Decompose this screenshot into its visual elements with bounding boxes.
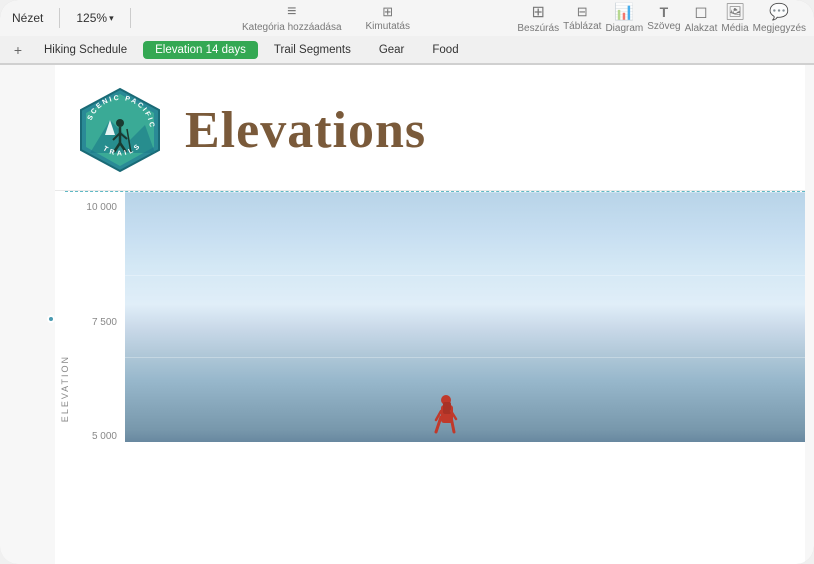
comment-label: Megjegyzés (753, 23, 806, 34)
grid-line-top (125, 192, 805, 193)
tab-hiking[interactable]: Hiking Schedule (32, 41, 139, 59)
zoom-chevron-icon: ▾ (109, 13, 114, 24)
view-label: Nézet (12, 11, 43, 25)
y-axis: ELEVATION 10 000 7 500 5 000 (55, 192, 125, 472)
selection-handle[interactable] (47, 315, 55, 323)
grid-line-mid (125, 275, 805, 276)
chart-area: ELEVATION 10 000 7 500 5 000 (55, 192, 805, 472)
text-icon: T (660, 4, 669, 20)
chart-label: Diagram (605, 23, 643, 34)
document-area: SCENIC PACIFIC TRAILS Elevations (55, 65, 805, 564)
y-tick-10000: 10 000 (86, 202, 117, 213)
text-label: Szöveg (647, 21, 680, 32)
insert-tool[interactable]: ⊞ Beszúrás (517, 2, 559, 34)
shape-label: Alakzat (685, 23, 718, 34)
media-label: Média (721, 23, 748, 34)
category-tool[interactable]: ≡ Kategória hozzáadása (242, 3, 342, 33)
shape-tool[interactable]: ◻ Alakzat (685, 2, 718, 34)
y-tick-5000: 5 000 (92, 431, 117, 442)
shape-icon: ◻ (694, 2, 707, 22)
insert-label: Beszúrás (517, 23, 559, 34)
view-button[interactable]: Nézet (8, 9, 47, 27)
tab-food[interactable]: Food (420, 41, 470, 59)
insert-icon: ⊞ (532, 2, 545, 22)
grid-line-bot (125, 357, 805, 358)
toolbar: Nézet 125% ▾ ≡ Kategória hozzáadása ⊞ Ki… (0, 0, 814, 65)
document-title: Elevations (185, 101, 426, 160)
divider-1 (59, 8, 60, 28)
logo-badge: SCENIC PACIFIC TRAILS (75, 85, 165, 175)
chart-container: ELEVATION 10 000 7 500 5 000 (55, 192, 805, 472)
toolbar-top-row: Nézet 125% ▾ ≡ Kategória hozzáadása ⊞ Ki… (0, 0, 814, 36)
tab-elevation[interactable]: Elevation 14 days (143, 41, 258, 59)
toolbar-right-group: ⊞ Beszúrás ⊟ Táblázat 📊 Diagram T Szöveg… (517, 2, 806, 34)
media-tool[interactable]: 🖼 Média (721, 2, 748, 34)
toolbar-center-group: ≡ Kategória hozzáadása ⊞ Kimutatás (143, 3, 510, 33)
main-content: SCENIC PACIFIC TRAILS Elevations (0, 65, 814, 564)
table-label: Táblázat (563, 21, 601, 32)
divider-2 (130, 8, 131, 28)
chart-icon: 📊 (614, 2, 634, 22)
chart-background (125, 192, 805, 442)
y-axis-label: ELEVATION (60, 355, 70, 422)
zoom-control[interactable]: 125% ▾ (72, 9, 117, 27)
report-label: Kimutatás (366, 21, 410, 32)
report-icon: ⊞ (382, 4, 393, 20)
zoom-value: 125% (76, 11, 107, 25)
table-tool[interactable]: ⊟ Táblázat (563, 4, 601, 32)
chart-tool[interactable]: 📊 Diagram (605, 2, 643, 34)
person-silhouette (431, 392, 461, 442)
table-icon: ⊟ (577, 4, 588, 20)
tab-bar: + Hiking Schedule Elevation 14 days Trai… (0, 36, 814, 64)
document-header: SCENIC PACIFIC TRAILS Elevations (55, 65, 805, 191)
tab-trail[interactable]: Trail Segments (262, 41, 363, 59)
text-tool[interactable]: T Szöveg (647, 4, 680, 32)
report-tool[interactable]: ⊞ Kimutatás (366, 4, 410, 32)
category-label: Kategória hozzáadása (242, 22, 342, 33)
add-tab-button[interactable]: + (8, 40, 28, 60)
media-icon: 🖼 (725, 2, 745, 22)
tab-gear[interactable]: Gear (367, 41, 417, 59)
chart-plot (125, 192, 805, 472)
y-tick-7500: 7 500 (92, 317, 117, 328)
toolbar-left-group: Nézet 125% ▾ (8, 8, 135, 28)
category-icon: ≡ (287, 3, 296, 21)
tablet-frame: Nézet 125% ▾ ≡ Kategória hozzáadása ⊞ Ki… (0, 0, 814, 564)
comment-tool[interactable]: 💬 Megjegyzés (753, 2, 806, 34)
comment-icon: 💬 (769, 2, 789, 22)
